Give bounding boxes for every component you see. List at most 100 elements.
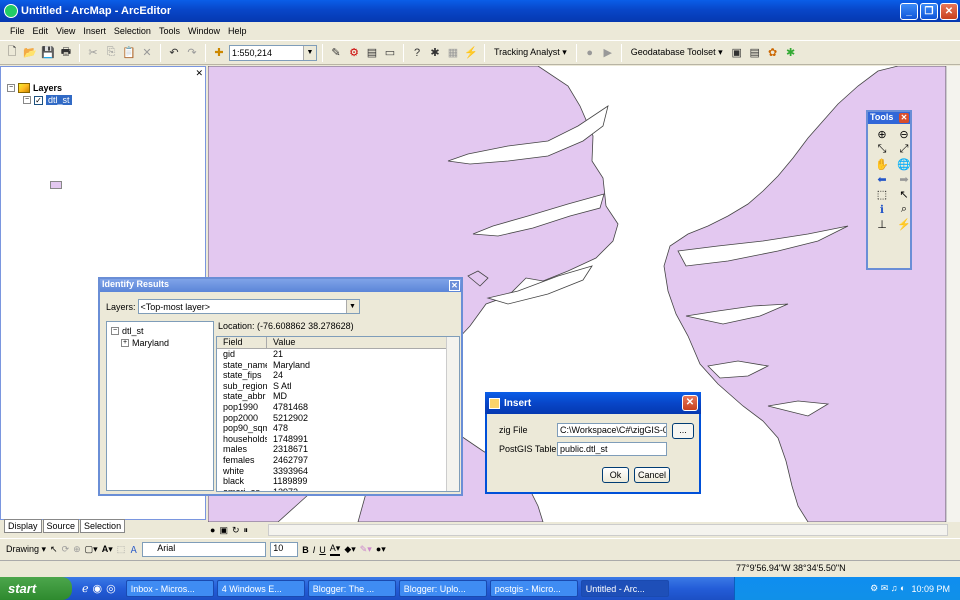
zig-file-input[interactable]: C:\Workspace\C#\zigGIS-02 <box>557 423 667 437</box>
table-row[interactable]: ameri_es 12972 <box>217 487 459 491</box>
zoom-whole-page-icon[interactable]: ⊕ <box>73 544 81 555</box>
gdb-tool-icon[interactable]: ▣ <box>729 45 745 61</box>
taskbar-item-postgis[interactable]: postgis - Micro... <box>489 580 578 597</box>
undo-icon[interactable]: ↶ <box>166 45 182 61</box>
rotate-icon[interactable]: ⟳ <box>62 544 70 555</box>
menu-tools[interactable]: Tools <box>155 26 184 36</box>
tree-child-label[interactable]: Maryland <box>132 338 169 348</box>
table-row[interactable]: pop2000 5212902 <box>217 413 459 424</box>
new-icon[interactable]: 🗋 <box>4 45 20 61</box>
toc-layer-row[interactable]: − ✓ dtl_st <box>23 95 72 105</box>
taskbar-item-arcmap[interactable]: Untitled - Arc... <box>580 580 669 597</box>
font-size-select[interactable]: 10 <box>270 542 299 557</box>
ok-button[interactable]: Ok <box>602 467 629 483</box>
taskbar-item-inbox[interactable]: Inbox - Micros... <box>125 580 214 597</box>
table-row[interactable]: state_fips 24 <box>217 370 459 381</box>
fixed-zoom-in-icon[interactable]: ⤡ <box>873 143 891 156</box>
taskbar-item-blogger-1[interactable]: Blogger: The ... <box>307 580 396 597</box>
tracking-analyst-menu[interactable]: Tracking Analyst ▾ <box>490 47 571 58</box>
table-row[interactable]: black 1189899 <box>217 476 459 487</box>
fill-color-icon[interactable]: ◆▾ <box>344 544 355 555</box>
table-row[interactable]: females 2462797 <box>217 455 459 466</box>
table-row[interactable]: sub_region S Atl <box>217 381 459 392</box>
tree-root-label[interactable]: dtl_st <box>122 326 144 336</box>
tab-source[interactable]: Source <box>42 519 80 533</box>
outlook-icon[interactable]: ◉ <box>93 582 103 595</box>
print-icon[interactable]: 🖶 <box>58 45 74 61</box>
minimize-button[interactable]: _ <box>900 2 918 20</box>
menu-insert[interactable]: Insert <box>79 26 110 36</box>
close-button[interactable]: ✕ <box>940 2 958 20</box>
open-icon[interactable]: 📂 <box>22 45 38 61</box>
tools-titlebar[interactable]: Tools ✕ <box>868 112 910 124</box>
table-row[interactable]: state_name Maryland <box>217 360 459 371</box>
text-format-icon[interactable]: Ａ <box>129 543 138 556</box>
playback-icon[interactable]: ● <box>582 45 598 61</box>
tree-root-row[interactable]: − dtl_st <box>111 326 144 336</box>
cut-icon[interactable]: ✂ <box>85 45 101 61</box>
refresh-icon[interactable]: ↻ <box>232 525 240 536</box>
menu-window[interactable]: Window <box>184 26 224 36</box>
identify-titlebar[interactable]: Identify Results ✕ <box>100 279 461 292</box>
browse-button[interactable]: ... <box>672 423 694 439</box>
map-vertical-scrollbar[interactable] <box>946 66 960 522</box>
editor-icon[interactable]: ✎ <box>328 45 344 61</box>
select-features-icon[interactable]: ⬚ <box>873 188 891 201</box>
drawing-menu[interactable]: Drawing ▾ <box>6 544 46 555</box>
menu-edit[interactable]: Edit <box>29 26 53 36</box>
table-row[interactable]: gid 21 <box>217 349 459 360</box>
italic-icon[interactable]: I <box>313 545 316 555</box>
layer-symbol-swatch[interactable] <box>50 181 62 189</box>
insert-titlebar[interactable]: Insert ✕ <box>485 392 701 414</box>
underline-icon[interactable]: U <box>319 545 326 555</box>
data-view-icon[interactable]: ● <box>210 525 215 535</box>
close-icon[interactable]: ✕ <box>449 280 460 291</box>
expand-icon[interactable]: + <box>121 339 129 347</box>
save-icon[interactable]: 💾 <box>40 45 56 61</box>
cancel-button[interactable]: Cancel <box>634 467 670 483</box>
ie-icon[interactable]: ℯ <box>82 582 89 595</box>
chevron-down-icon[interactable]: ▼ <box>345 300 359 313</box>
whats-this-icon[interactable]: ? <box>409 45 425 61</box>
taskbar-item-blogger-2[interactable]: Blogger: Uplo... <box>398 580 487 597</box>
pan-icon[interactable]: ✋ <box>873 158 891 171</box>
font-select[interactable]: Arial <box>142 542 267 557</box>
menu-file[interactable]: File <box>6 26 29 36</box>
line-color-icon[interactable]: ✎▾ <box>360 544 372 555</box>
command-line-icon[interactable]: ▭ <box>382 45 398 61</box>
gdb-extra2-icon[interactable]: ✱ <box>783 45 799 61</box>
tray-icons[interactable]: ⚙ ✉ ♫ ◐ <box>870 583 905 594</box>
postgis-table-input[interactable]: public.dtl_st <box>557 442 667 456</box>
collapse-icon[interactable]: − <box>7 84 15 92</box>
start-button[interactable]: start <box>0 577 72 600</box>
geodatabase-toolset-menu[interactable]: Geodatabase Toolset ▾ <box>627 47 727 58</box>
firefox-icon[interactable]: ◎ <box>106 582 116 595</box>
find-icon[interactable]: ⌕ <box>895 203 913 216</box>
restore-button[interactable]: ❐ <box>920 2 938 20</box>
column-header-value[interactable]: Value <box>267 337 459 348</box>
table-row[interactable]: households 1748991 <box>217 434 459 445</box>
layers-select[interactable]: <Top-most layer> ▼ <box>137 299 360 314</box>
copy-icon[interactable]: ⎘ <box>103 45 119 61</box>
table-row[interactable]: pop90_sqmi 478 <box>217 423 459 434</box>
tree-child-row[interactable]: + Maryland <box>121 338 169 348</box>
full-extent-icon[interactable]: 🌐 <box>895 158 913 171</box>
menu-view[interactable]: View <box>52 26 79 36</box>
table-scrollbar[interactable] <box>446 337 459 491</box>
close-icon[interactable]: ✕ <box>195 68 203 79</box>
back-extent-icon[interactable]: ⬅ <box>873 173 891 186</box>
column-header-field[interactable]: Field <box>217 337 267 348</box>
hyperlink-icon[interactable]: ⚡ <box>895 218 913 231</box>
measure-icon[interactable]: ⊥ <box>873 218 891 231</box>
taskbar-item-explorer[interactable]: 4 Windows E... <box>216 580 305 597</box>
zoom-out-icon[interactable]: ⊖ <box>895 128 913 141</box>
zoom-in-icon[interactable]: ⊕ <box>873 128 891 141</box>
play-icon[interactable]: ▶ <box>600 45 616 61</box>
table-icon[interactable]: ▦ <box>445 45 461 61</box>
select-elements-icon[interactable]: ↖ <box>50 544 58 555</box>
table-row[interactable]: state_abbr MD <box>217 391 459 402</box>
layer-visibility-checkbox[interactable]: ✓ <box>34 95 43 105</box>
redo-icon[interactable]: ↷ <box>184 45 200 61</box>
arctoolbox-icon[interactable]: ⚙ <box>346 45 362 61</box>
debug-icon[interactable]: ✱ <box>427 45 443 61</box>
